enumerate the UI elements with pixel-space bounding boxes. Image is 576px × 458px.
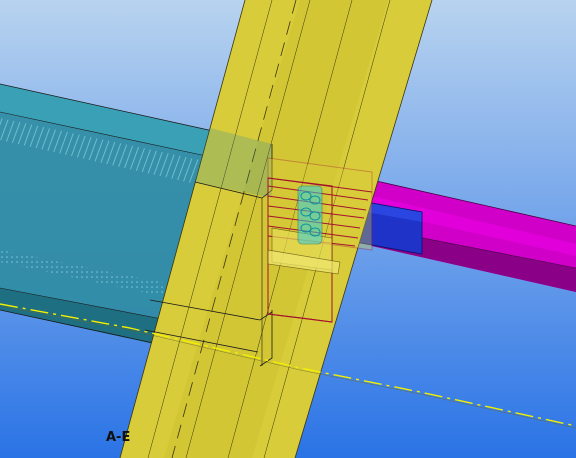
bolt-group[interactable]	[297, 185, 323, 245]
3d-model-viewport[interactable]: A-E	[0, 0, 576, 458]
gridline-label: A-E	[106, 430, 131, 445]
model-scene[interactable]	[0, 0, 576, 458]
